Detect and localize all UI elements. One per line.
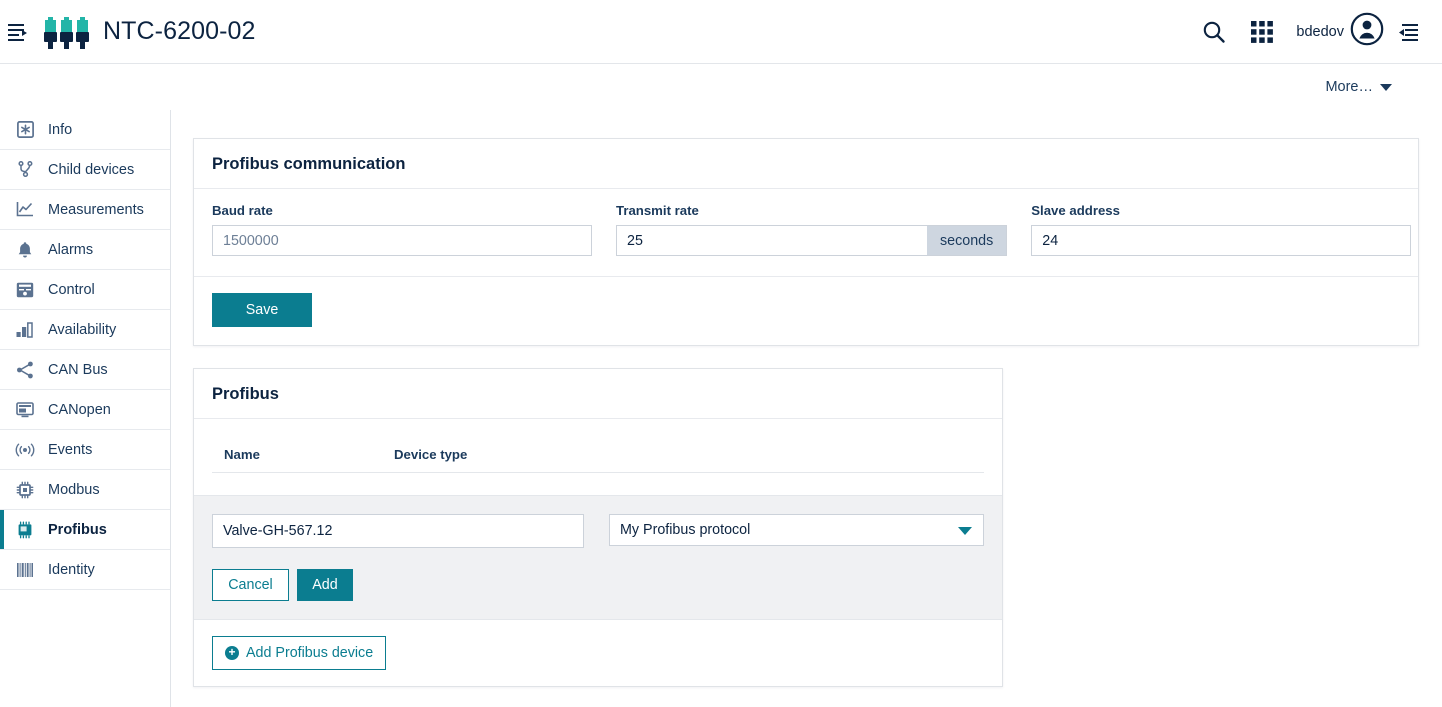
- add-button[interactable]: Add: [297, 569, 353, 601]
- profibus-communication-card: Profibus communication Baud rate Transmi…: [193, 138, 1419, 346]
- sidebar-item-identity[interactable]: Identity: [0, 550, 170, 590]
- sidebar-item-profibus[interactable]: Profibus: [0, 510, 170, 550]
- menu-collapse-icon[interactable]: [6, 20, 30, 44]
- chip-icon: [14, 479, 36, 501]
- save-button[interactable]: Save: [212, 293, 312, 327]
- slave-address-field: Slave address: [1031, 203, 1412, 256]
- profibus-devices-card: Profibus Name Device type My Profibus pr…: [193, 368, 1003, 687]
- user-avatar-icon[interactable]: [1350, 12, 1384, 51]
- sidebar-item-control[interactable]: Control: [0, 270, 170, 310]
- device-name-input[interactable]: [212, 514, 584, 548]
- device-type-select[interactable]: My Profibus protocol: [609, 514, 984, 546]
- barcode-icon: [14, 559, 36, 581]
- baud-rate-label: Baud rate: [212, 203, 273, 218]
- chevron-down-icon: [1380, 83, 1392, 91]
- cancel-button[interactable]: Cancel: [212, 569, 289, 601]
- sidebar-item-events[interactable]: Events: [0, 430, 170, 470]
- header-actions: bdedov: [1190, 8, 1442, 56]
- chart-line-icon: [14, 199, 36, 221]
- sidebar-item-availability[interactable]: Availability: [0, 310, 170, 350]
- sidebar-item-label: Alarms: [48, 241, 94, 258]
- sidebar-item-label: Modbus: [48, 481, 100, 498]
- slave-address-input[interactable]: [1031, 225, 1412, 256]
- sidebar-item-canopen[interactable]: CANopen: [0, 390, 170, 430]
- product-logo-icon: [44, 15, 89, 49]
- hierarchy-icon: [14, 159, 36, 181]
- sidebar-item-label: Measurements: [48, 201, 144, 218]
- transmit-rate-group: seconds: [616, 225, 1008, 256]
- user-menu[interactable]: bdedov: [1286, 12, 1384, 51]
- communication-form: Baud rate Transmit rate seconds Slave ad…: [194, 189, 1418, 266]
- apps-grid-icon[interactable]: [1238, 8, 1286, 56]
- info-asterisk-icon: [14, 119, 36, 141]
- transmit-rate-unit: seconds: [927, 225, 1008, 256]
- sidebar-item-child-devices[interactable]: Child devices: [0, 150, 170, 190]
- profibus-card-title: Profibus: [194, 369, 1002, 419]
- app-header: NTC-6200-02 bdedov: [0, 0, 1442, 64]
- username-label: bdedov: [1296, 23, 1344, 40]
- more-menu-label: More…: [1325, 79, 1373, 95]
- sidebar-item-measurements[interactable]: Measurements: [0, 190, 170, 230]
- control-panel-icon: [14, 279, 36, 301]
- page-title: NTC-6200-02: [103, 17, 256, 45]
- sidebar-item-label: Control: [48, 281, 95, 298]
- sidebar-item-label: Info: [48, 121, 73, 138]
- profibus-communication-title: Profibus communication: [194, 139, 1418, 189]
- sidebar-item-label: CANopen: [48, 401, 111, 418]
- plus-circle-icon: +: [225, 646, 239, 660]
- edit-row-fields: My Profibus protocol: [212, 514, 984, 548]
- sidebar-item-label: CAN Bus: [48, 361, 108, 378]
- sidebar-item-label: Child devices: [48, 161, 135, 178]
- add-profibus-device-label: Add Profibus device: [246, 645, 374, 661]
- sidebar-item-alarms[interactable]: Alarms: [0, 230, 170, 270]
- profibus-table-header: Name Device type: [194, 419, 1002, 472]
- add-profibus-device-button[interactable]: + Add Profibus device: [212, 636, 387, 670]
- profibus-device-edit-row: My Profibus protocol Cancel Add: [194, 495, 1002, 619]
- right-panel-toggle-icon[interactable]: [1384, 8, 1432, 56]
- sidebar-nav: Info Child devices Measurements Alarms C…: [0, 110, 171, 707]
- bell-icon: [14, 239, 36, 261]
- search-icon[interactable]: [1190, 8, 1238, 56]
- chip-board-icon: [14, 519, 36, 541]
- sidebar-item-info[interactable]: Info: [0, 110, 170, 150]
- sidebar-item-label: Events: [48, 441, 93, 458]
- sidebar-item-label: Profibus: [48, 521, 107, 538]
- secondary-toolbar: More…: [0, 64, 1442, 110]
- profibus-add-bar: + Add Profibus device: [194, 619, 1002, 686]
- monitor-icon: [14, 399, 36, 421]
- profibus-table-body: [194, 473, 1002, 495]
- baud-rate-input[interactable]: [212, 225, 592, 256]
- share-nodes-icon: [14, 359, 36, 381]
- column-header-device-type: Device type: [394, 447, 468, 462]
- communication-card-footer: Save: [194, 276, 1418, 345]
- transmit-rate-field: Transmit rate seconds: [616, 203, 1008, 256]
- slave-address-label: Slave address: [1031, 203, 1120, 218]
- broadcast-icon: [14, 439, 36, 461]
- main-content: Profibus communication Baud rate Transmi…: [171, 110, 1442, 707]
- transmit-rate-label: Transmit rate: [616, 203, 699, 218]
- device-type-selected-value: My Profibus protocol: [620, 522, 751, 538]
- sidebar-item-label: Identity: [48, 561, 95, 578]
- transmit-rate-input[interactable]: [616, 225, 927, 256]
- sidebar-item-label: Availability: [48, 321, 117, 338]
- sidebar-item-modbus[interactable]: Modbus: [0, 470, 170, 510]
- column-header-name: Name: [224, 447, 260, 462]
- bar-chart-icon: [14, 319, 36, 341]
- edit-row-actions: Cancel Add: [212, 569, 984, 601]
- device-type-select-wrapper: My Profibus protocol: [609, 514, 984, 548]
- sidebar-item-can-bus[interactable]: CAN Bus: [0, 350, 170, 390]
- more-menu-button[interactable]: More…: [1325, 79, 1442, 95]
- baud-rate-field: Baud rate: [212, 203, 592, 256]
